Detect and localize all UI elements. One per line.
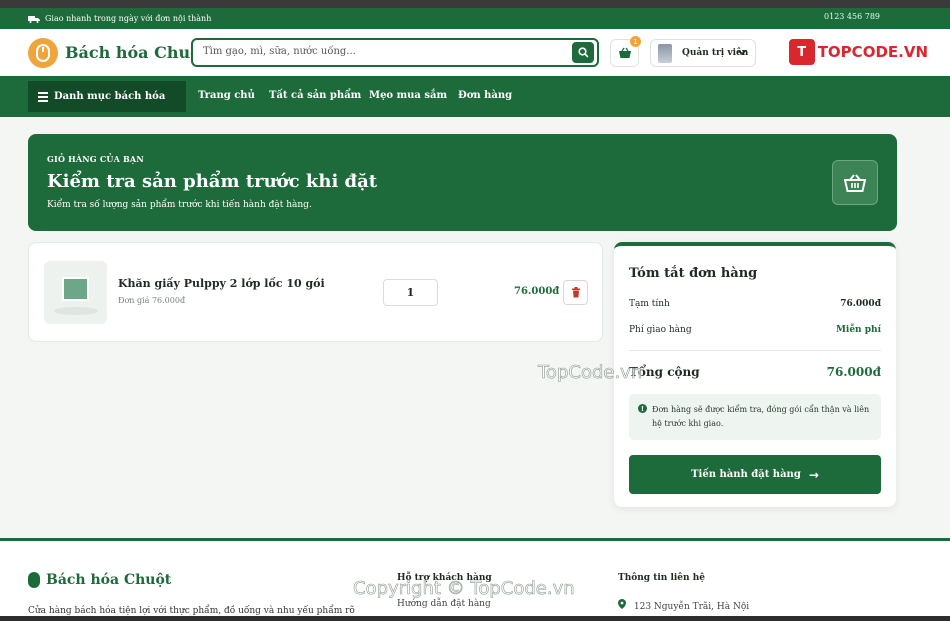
shipping-text: Giao nhanh trong ngày với đơn nội thành — [45, 14, 212, 23]
product-image-shadow — [54, 307, 98, 315]
nav-link-home[interactable]: Trang chủ — [198, 90, 255, 101]
main-nav: Danh mục bách hóa Trang chủ Tất cả sản p… — [0, 76, 950, 117]
announcement-bar: Giao nhanh trong ngày với đơn nội thành … — [0, 8, 950, 29]
nav-link-all-products[interactable]: Tất cả sản phẩm — [269, 90, 361, 101]
search-input[interactable]: Tìm gạo, mì, sữa, nước uống... — [203, 46, 356, 57]
site-header: Bách hóa Chuột Tìm gạo, mì, sữa, nước uố… — [0, 29, 950, 76]
map-pin-icon — [618, 599, 626, 609]
checkout-label: Tiến hành đặt hàng — [691, 469, 801, 480]
search-bar[interactable]: Tìm gạo, mì, sữa, nước uống... — [191, 38, 599, 67]
product-image — [62, 277, 89, 301]
cart-hero-banner: GIỎ HÀNG CỦA BẠN Kiểm tra sản phẩm trước… — [28, 134, 897, 231]
footer-link-order-guide[interactable]: Hướng dẫn đặt hàng — [397, 599, 491, 609]
mouse-logo-icon — [28, 572, 40, 588]
order-notice-text: Đơn hàng sẽ được kiểm tra, đóng gói cẩn … — [652, 405, 870, 428]
subtotal-label: Tạm tính — [629, 299, 670, 309]
footer-brand-text: Bách hóa Chuột — [46, 572, 172, 588]
product-thumbnail[interactable] — [44, 261, 107, 324]
footer-address-text: 123 Nguyễn Trãi, Hà Nội — [633, 602, 750, 612]
arrow-right-icon: → — [808, 467, 819, 482]
product-unit-price: Đơn giá 76.000đ — [118, 296, 186, 305]
site-logo-text[interactable]: Bách hóa Chuột — [65, 43, 208, 62]
watermark-center-text: TopCode.vn — [538, 362, 643, 384]
mouse-logo-icon[interactable] — [28, 38, 58, 68]
footer-description: Cửa hàng bách hóa tiện lợi với thực phẩm… — [28, 606, 355, 616]
category-menu-label: Danh mục bách hóa — [54, 91, 166, 102]
cart-count-badge: 1 — [630, 36, 641, 47]
search-icon — [577, 47, 589, 58]
total-row: Tổng cộng 76.000đ — [629, 365, 881, 379]
subtotal-row: Tạm tính 76.000đ — [629, 299, 881, 309]
summary-divider — [629, 350, 881, 351]
product-name[interactable]: Khăn giấy Pulppy 2 lớp lốc 10 gói — [118, 277, 325, 290]
remove-item-button[interactable] — [563, 280, 588, 305]
order-summary: Tóm tắt đơn hàng Tạm tính 76.000đ Phí gi… — [614, 242, 896, 507]
user-menu-button[interactable]: Quản trị viên — [650, 39, 756, 67]
shopping-basket-icon — [832, 160, 878, 205]
cart-item: Khăn giấy Pulppy 2 lớp lốc 10 gói Đơn gi… — [28, 242, 603, 342]
menu-icon — [38, 90, 48, 104]
shipping-row: Phí giao hàng Miễn phí — [629, 325, 881, 335]
chevron-down-icon — [737, 49, 747, 56]
phone-text[interactable]: 0123 456 789 — [824, 12, 880, 21]
footer-brand[interactable]: Bách hóa Chuột — [28, 572, 171, 588]
page-title: Kiểm tra sản phẩm trước khi đặt — [47, 171, 378, 192]
hero-eyebrow: GIỎ HÀNG CỦA BẠN — [47, 154, 144, 164]
window-bottom-border — [0, 616, 950, 621]
nav-link-shopping-tips[interactable]: Mẹo mua sắm — [369, 90, 447, 101]
line-total: 76.000đ — [514, 286, 560, 297]
footer-address: 123 Nguyễn Trãi, Hà Nội — [618, 599, 749, 612]
checkout-button[interactable]: Tiến hành đặt hàng → — [629, 455, 881, 494]
hero-subtitle: Kiểm tra số lượng sản phẩm trước khi tiế… — [47, 200, 312, 210]
subtotal-value: 76.000đ — [840, 299, 881, 309]
topcode-logo-icon: T — [788, 39, 815, 65]
footer-contact-heading: Thông tin liên hệ — [618, 573, 705, 583]
watermark-footer-text: Copyright © TopCode.vn — [353, 578, 575, 600]
topcode-logo-text: TOPCODE.VN — [817, 43, 928, 61]
window-top-border — [0, 0, 950, 8]
order-notice: ! Đơn hàng sẽ được kiểm tra, đóng gói cẩ… — [629, 394, 881, 440]
shipping-label: Phí giao hàng — [629, 325, 692, 335]
quantity-input[interactable]: 1 — [383, 279, 438, 306]
category-menu-button[interactable]: Danh mục bách hóa — [28, 81, 186, 112]
basket-icon — [618, 47, 631, 58]
summary-title: Tóm tắt đơn hàng — [629, 266, 758, 281]
topcode-watermark: T TOPCODE.VN — [788, 39, 928, 65]
avatar — [658, 44, 672, 63]
truck-icon — [28, 15, 40, 23]
nav-link-orders[interactable]: Đơn hàng — [458, 90, 512, 101]
trash-icon — [571, 287, 580, 298]
info-icon: ! — [638, 404, 647, 413]
total-value: 76.000đ — [826, 365, 881, 379]
shipping-value: Miễn phí — [835, 325, 881, 335]
search-button[interactable] — [572, 42, 594, 63]
